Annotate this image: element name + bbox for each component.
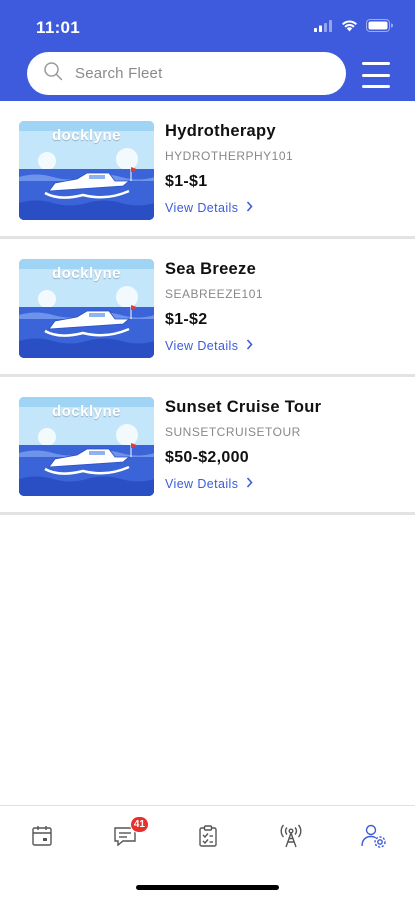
brand-logo: docklyne	[51, 403, 122, 420]
vessel-info: Hydrotherapy HYDROTHERPHY101 $1-$1 View …	[165, 122, 405, 217]
view-details-link[interactable]: View Details	[165, 477, 253, 491]
nav-account-settings[interactable]	[359, 823, 389, 853]
vessel-thumbnail[interactable]: docklyne	[19, 121, 154, 220]
view-details-label: View Details	[165, 477, 239, 491]
user-settings-icon	[360, 823, 388, 854]
checklist-icon	[196, 824, 220, 853]
view-details-link[interactable]: View Details	[165, 201, 253, 215]
nav-messages[interactable]: 41	[110, 816, 149, 853]
status-icons	[314, 19, 393, 37]
vessel-code: SEABREEZE101	[165, 287, 264, 301]
menu-line-icon	[362, 73, 390, 77]
broadcast-tower-icon	[277, 823, 305, 854]
fleet-card[interactable]: docklyne Hydrotherapy HYDROTHERPHY101 $1…	[0, 101, 415, 239]
vessel-thumbnail[interactable]: docklyne	[19, 259, 154, 358]
search-icon	[43, 61, 63, 86]
vessel-name: Hydrotherapy	[165, 122, 276, 140]
view-details-label: View Details	[165, 339, 239, 353]
vessel-name: Sunset Cruise Tour	[165, 398, 322, 416]
view-details-link[interactable]: View Details	[165, 339, 253, 353]
fleet-list: docklyne Hydrotherapy HYDROTHERPHY101 $1…	[0, 101, 415, 515]
view-details-label: View Details	[165, 201, 239, 215]
vessel-price: $50-$2,000	[165, 449, 249, 466]
battery-icon	[366, 19, 393, 37]
nav-calendar[interactable]	[27, 823, 57, 853]
wifi-icon	[341, 19, 358, 37]
chevron-right-icon	[246, 477, 253, 491]
vessel-price: $1-$1	[165, 173, 208, 190]
unread-badge: 41	[129, 816, 149, 833]
vessel-code: SUNSETCRUISETOUR	[165, 425, 301, 439]
nav-broadcast[interactable]	[276, 823, 306, 853]
vessel-name: Sea Breeze	[165, 260, 257, 278]
menu-line-icon	[362, 62, 390, 65]
search-input[interactable]	[75, 65, 315, 82]
app-header: 11:01	[0, 0, 415, 101]
vessel-info: Sunset Cruise Tour SUNSETCRUISETOUR $50-…	[165, 398, 405, 493]
menu-line-icon	[362, 85, 390, 88]
brand-logo: docklyne	[51, 265, 122, 282]
status-bar: 11:01	[0, 0, 415, 50]
home-indicator[interactable]	[136, 885, 279, 890]
vessel-thumbnail[interactable]: docklyne	[19, 397, 154, 496]
signal-icon	[314, 19, 333, 37]
vessel-price: $1-$2	[165, 311, 208, 328]
brand-logo: docklyne	[51, 127, 122, 144]
vessel-info: Sea Breeze SEABREEZE101 $1-$2 View Detai…	[165, 260, 405, 355]
chevron-right-icon	[246, 201, 253, 215]
chevron-right-icon	[246, 339, 253, 353]
vessel-code: HYDROTHERPHY101	[165, 149, 294, 163]
fleet-card[interactable]: docklyne Sea Breeze SEABREEZE101 $1-$2 V…	[0, 239, 415, 377]
calendar-icon	[30, 824, 54, 853]
fleet-card[interactable]: docklyne Sunset Cruise Tour SUNSETCRUISE…	[0, 377, 415, 515]
search-bar[interactable]	[27, 52, 346, 95]
nav-checklist[interactable]	[193, 823, 223, 853]
status-time: 11:01	[36, 18, 81, 37]
hamburger-menu-button[interactable]	[362, 62, 390, 88]
